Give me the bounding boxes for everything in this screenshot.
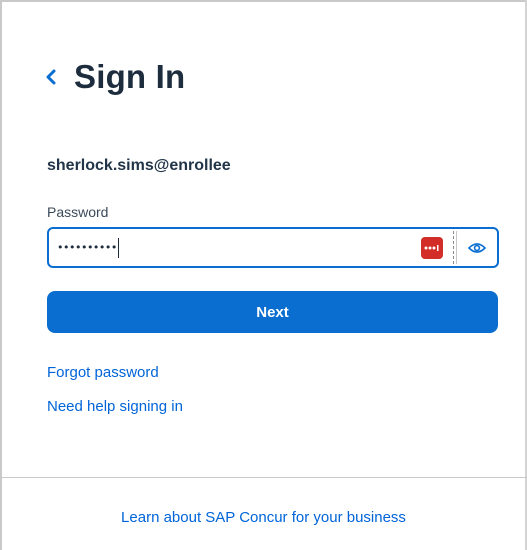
forgot-password-link[interactable]: Forgot password — [47, 364, 159, 381]
password-label: Password — [47, 204, 109, 220]
text-caret — [117, 237, 119, 258]
show-password-button[interactable] — [457, 229, 497, 266]
lastpass-dots-icon — [424, 244, 439, 251]
footer-divider — [0, 477, 527, 478]
page-title: Sign In — [74, 58, 186, 95]
next-button[interactable]: Next — [47, 291, 498, 333]
lastpass-icon[interactable] — [421, 236, 443, 259]
password-input[interactable]: •••••••••• — [49, 229, 421, 266]
username-label: sherlock.sims@enrollee — [47, 157, 231, 174]
password-masked-value: •••••••••• — [57, 241, 117, 254]
password-field[interactable]: •••••••••• — [47, 227, 499, 268]
learn-about-concur-link[interactable]: Learn about SAP Concur for your business — [0, 509, 527, 526]
need-help-link[interactable]: Need help signing in — [47, 398, 183, 415]
eye-icon — [468, 242, 486, 253]
back-button[interactable] — [40, 62, 62, 92]
field-divider — [453, 231, 454, 264]
header: Sign In — [40, 58, 185, 96]
chevron-left-icon — [46, 69, 56, 85]
